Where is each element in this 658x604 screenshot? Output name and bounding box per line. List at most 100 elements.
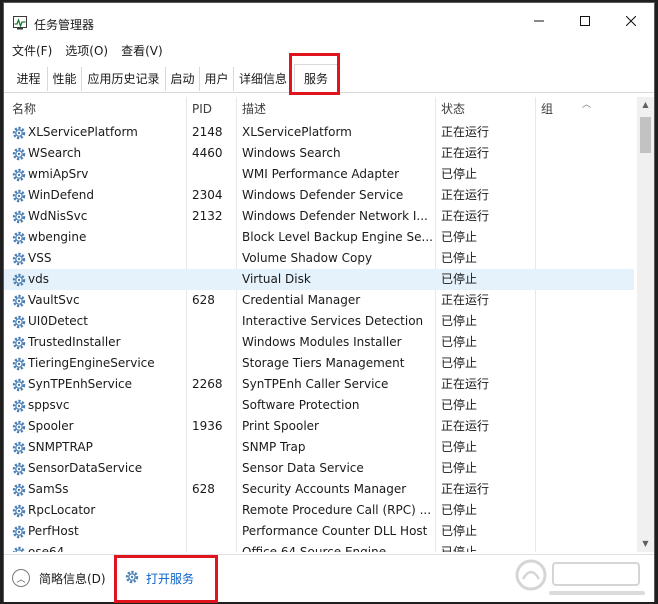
tab-bar: 进程 性能 应用历史记录 启动 用户 详细信息 服务 <box>4 53 654 95</box>
service-pid <box>192 458 236 479</box>
service-status: 正在运行 <box>441 293 490 307</box>
tab-users[interactable]: 用户 <box>200 67 234 91</box>
service-description: Credential Manager <box>242 293 361 307</box>
fewer-details-button[interactable]: ︿ 简略信息(D) <box>12 569 106 587</box>
table-row[interactable]: TieringEngineService Storage Tiers Manage… <box>4 353 634 374</box>
open-services-link[interactable]: 打开服务 <box>124 569 194 588</box>
table-header: 名称 PID 描述 状态 组 ︿ <box>4 97 634 119</box>
service-status: 已停止 <box>441 461 478 475</box>
service-pid <box>192 311 236 332</box>
menu-options[interactable]: 选项(O) <box>60 41 113 61</box>
vertical-scrollbar[interactable]: ▲ ▼ <box>637 97 654 552</box>
gear-icon <box>11 167 27 183</box>
table-row[interactable]: WdNisSvc 2132 Windows Defender Network I..… <box>4 206 634 227</box>
service-status: 已停止 <box>441 356 478 370</box>
services-table: 名称 PID 描述 状态 组 ︿ XLServicePlatform 2148 XL… <box>4 97 654 552</box>
table-row[interactable]: wbengine Block Level Backup Engine Se... 已… <box>4 227 634 248</box>
service-name: TrustedInstaller <box>28 335 121 349</box>
table-row[interactable]: VSS Volume Shadow Copy 已停止 <box>4 248 634 269</box>
table-row[interactable]: SamSs 628 Security Accounts Manager 正在运行 <box>4 479 634 500</box>
table-row[interactable]: vds Virtual Disk 已停止 <box>4 269 634 290</box>
table-row[interactable]: RpcLocator Remote Procedure Call (RPC) ..… <box>4 500 634 521</box>
service-description: SynTPEnh Caller Service <box>242 377 389 391</box>
service-pid: 2268 <box>192 377 223 391</box>
table-row[interactable]: WinDefend 2304 Windows Defender Service 正在运… <box>4 185 634 206</box>
service-name: WSearch <box>28 146 82 160</box>
table-row[interactable]: Spooler 1936 Print Spooler 正在运行 <box>4 416 634 437</box>
service-pid <box>192 269 236 290</box>
service-pid <box>192 542 236 552</box>
minimize-icon <box>534 20 544 22</box>
table-row[interactable]: WSearch 4460 Windows Search 正在运行 <box>4 143 634 164</box>
table-rows: XLServicePlatform 2148 XLServicePlatform 正在… <box>4 122 634 552</box>
chevron-up-icon: ︿ <box>12 569 30 587</box>
gear-icon <box>11 482 27 498</box>
task-manager-window: 任务管理器 文件(F) 选项(O) 查看(V) 进程 性能 应用历史记录 启动 … <box>3 2 655 603</box>
service-status: 已停止 <box>441 335 478 349</box>
table-row[interactable]: SynTPEnhService 2268 SynTPEnh Caller Servi… <box>4 374 634 395</box>
column-header-description[interactable]: 描述 <box>236 97 434 119</box>
tab-startup[interactable]: 启动 <box>166 67 200 91</box>
column-header-name[interactable]: 名称 <box>6 97 186 119</box>
scroll-down-arrow-icon[interactable]: ▼ <box>637 536 654 552</box>
service-pid <box>192 500 236 521</box>
scroll-up-arrow-icon[interactable]: ▲ <box>637 97 654 113</box>
close-button[interactable] <box>608 3 654 39</box>
tab-performance[interactable]: 性能 <box>48 67 82 91</box>
service-name: XLServicePlatform <box>28 125 138 139</box>
tab-app-history[interactable]: 应用历史记录 <box>82 67 166 91</box>
service-description: Performance Counter DLL Host <box>242 524 428 538</box>
service-description: Print Spooler <box>242 419 319 433</box>
menu-view[interactable]: 查看(V) <box>116 41 168 61</box>
table-row[interactable]: SNMPTRAP SNMP Trap 已停止 <box>4 437 634 458</box>
open-services-label: 打开服务 <box>146 572 195 586</box>
service-pid <box>192 521 236 542</box>
service-pid <box>192 395 236 416</box>
tab-details[interactable]: 详细信息 <box>234 67 292 91</box>
scrollbar-thumb[interactable] <box>640 117 651 153</box>
menu-file[interactable]: 文件(F) <box>7 41 57 61</box>
table-row[interactable]: PerfHost Performance Counter DLL Host 已停止 <box>4 521 634 542</box>
service-description: Windows Defender Network I... <box>242 209 428 223</box>
column-header-status[interactable]: 状态 <box>435 97 535 119</box>
table-row[interactable]: SensorDataService Sensor Data Service 已停止 <box>4 458 634 479</box>
service-pid <box>192 227 236 248</box>
gear-icon <box>11 377 27 393</box>
service-name: wmiApSrv <box>28 167 89 181</box>
service-description: Virtual Disk <box>242 272 311 286</box>
table-row[interactable]: TrustedInstaller Windows Modules Installe… <box>4 332 634 353</box>
service-status: 已停止 <box>441 503 478 517</box>
service-name: WinDefend <box>28 188 94 202</box>
table-row[interactable]: VaultSvc 628 Credential Manager 正在运行 <box>4 290 634 311</box>
service-status: 正在运行 <box>441 377 490 391</box>
gear-icon <box>11 146 27 162</box>
gear-icon <box>11 188 27 204</box>
service-pid: 2148 <box>192 125 223 139</box>
table-row[interactable]: wmiApSrv WMI Performance Adapter 已停止 <box>4 164 634 185</box>
column-header-pid[interactable]: PID <box>186 97 236 119</box>
table-row[interactable]: ose64 Office 64 Source Engine 已停止 <box>4 542 634 552</box>
gear-icon <box>11 293 27 309</box>
service-description: Volume Shadow Copy <box>242 251 373 265</box>
service-pid: 4460 <box>192 146 223 160</box>
maximize-button[interactable] <box>562 3 608 39</box>
table-row[interactable]: UI0Detect Interactive Services Detection 已… <box>4 311 634 332</box>
tab-services[interactable]: 服务 <box>294 64 338 94</box>
gear-icon <box>11 398 27 414</box>
title-bar[interactable]: 任务管理器 <box>4 3 654 39</box>
gear-icon <box>11 230 27 246</box>
maximize-icon <box>580 16 590 26</box>
service-status: 已停止 <box>441 440 478 454</box>
service-pid <box>192 353 236 374</box>
service-description: Sensor Data Service <box>242 461 364 475</box>
service-description: Remote Procedure Call (RPC) ... <box>242 503 432 517</box>
service-description: Windows Search <box>242 146 341 160</box>
table-row[interactable]: sppsvc Software Protection 已停止 <box>4 395 634 416</box>
service-status: 已停止 <box>441 314 478 328</box>
menu-bar: 文件(F) 选项(O) 查看(V) <box>4 41 654 61</box>
service-pid: 628 <box>192 482 215 496</box>
table-row[interactable]: XLServicePlatform 2148 XLServicePlatform 正在… <box>4 122 634 143</box>
minimize-button[interactable] <box>516 3 562 39</box>
service-name: Spooler <box>28 419 74 433</box>
tab-processes[interactable]: 进程 <box>10 67 48 91</box>
